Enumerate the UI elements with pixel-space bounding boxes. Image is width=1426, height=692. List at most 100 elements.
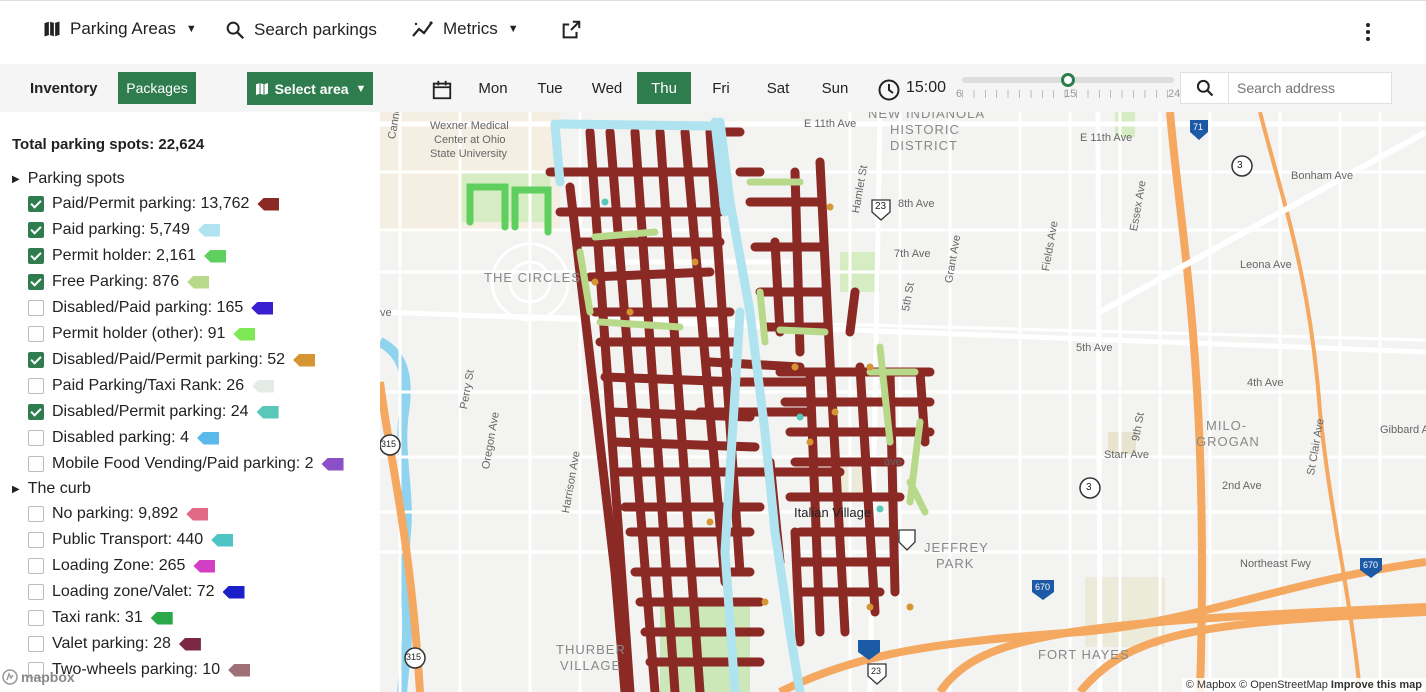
area-label: PARK bbox=[936, 556, 975, 571]
legend-checkbox[interactable] bbox=[28, 430, 44, 446]
address-search[interactable] bbox=[1180, 72, 1392, 104]
map-label: Northeast Fwy bbox=[1240, 558, 1311, 570]
legend-item-label: Disabled parking: 4 bbox=[52, 429, 189, 446]
map-canvas[interactable]: Wexner Medical Center at Ohio State Univ… bbox=[380, 112, 1426, 692]
map-label: Leona Ave bbox=[1240, 259, 1292, 271]
shield-label: 670 bbox=[1363, 560, 1379, 570]
legend-item-label: Valet parking: 28 bbox=[52, 635, 171, 652]
legend-checkbox[interactable] bbox=[28, 300, 44, 316]
legend-item[interactable]: Taxi rank: 31 bbox=[28, 607, 173, 629]
shield-label: 23 bbox=[871, 666, 882, 676]
metrics-menu[interactable]: Metrics ▼ bbox=[411, 19, 519, 39]
color-tag-icon bbox=[233, 327, 256, 341]
legend-checkbox[interactable] bbox=[28, 352, 44, 368]
group-the-curb[interactable]: ▶ The curb bbox=[12, 480, 91, 498]
legend-checkbox[interactable] bbox=[28, 248, 44, 264]
shield-label: 315 bbox=[381, 439, 397, 449]
area-label: DISTRICT bbox=[890, 138, 958, 153]
area-label: HISTORIC bbox=[890, 122, 960, 137]
parking-areas-label: Parking Areas bbox=[70, 19, 176, 38]
map-label: E 11th Ave bbox=[804, 118, 857, 130]
legend-item-label: Taxi rank: 31 bbox=[52, 609, 143, 626]
open-external-icon bbox=[562, 20, 581, 39]
legend-checkbox[interactable] bbox=[28, 196, 44, 212]
legend-checkbox[interactable] bbox=[28, 222, 44, 238]
shield-label: 3 bbox=[1237, 160, 1243, 171]
mapbox-logo-text: mapbox bbox=[21, 669, 75, 685]
legend-checkbox[interactable] bbox=[28, 326, 44, 342]
legend-item[interactable]: Disabled/Paid parking: 165 bbox=[28, 297, 274, 319]
legend-item[interactable]: Disabled parking: 4 bbox=[28, 427, 219, 449]
legend-checkbox[interactable] bbox=[28, 558, 44, 574]
legend-item[interactable]: Valet parking: 28 bbox=[28, 633, 201, 655]
legend-item-label: Paid Parking/Taxi Rank: 26 bbox=[52, 377, 245, 394]
more-options-button[interactable] bbox=[1360, 21, 1376, 43]
legend-checkbox[interactable] bbox=[28, 404, 44, 420]
legend-item[interactable]: Loading zone/Valet: 72 bbox=[28, 581, 245, 603]
day-wed[interactable]: Wed bbox=[580, 72, 634, 104]
open-external-button[interactable] bbox=[560, 19, 582, 41]
legend-checkbox[interactable] bbox=[28, 610, 44, 626]
legend-item[interactable]: Disabled/Paid/Permit parking: 52 bbox=[28, 349, 316, 371]
slider-min-label: 6 bbox=[956, 88, 963, 100]
search-parkings-menu[interactable]: Search parkings bbox=[224, 19, 377, 41]
map-label: E 11th Ave bbox=[1080, 132, 1133, 144]
day-mon[interactable]: Mon bbox=[466, 72, 520, 104]
legend-sidebar: Total parking spots: 22,624 ▶ Parking sp… bbox=[0, 112, 380, 692]
day-thu[interactable]: Thu bbox=[637, 72, 691, 104]
mapbox-logo-icon bbox=[2, 669, 18, 685]
day-sun[interactable]: Sun bbox=[808, 72, 862, 104]
inventory-tab[interactable]: Inventory bbox=[14, 72, 114, 104]
select-area-label: Select area bbox=[274, 80, 349, 97]
legend-checkbox[interactable] bbox=[28, 584, 44, 600]
slider-knob[interactable] bbox=[1061, 73, 1075, 87]
day-fri[interactable]: Fri bbox=[694, 72, 748, 104]
slider-mid-label: 15 bbox=[1064, 88, 1077, 100]
packages-button[interactable]: Packages bbox=[118, 72, 196, 104]
legend-item[interactable]: Mobile Food Vending/Paid parking: 2 bbox=[28, 453, 344, 475]
color-tag-icon bbox=[178, 637, 201, 651]
color-tag-icon bbox=[196, 431, 219, 445]
legend-checkbox[interactable] bbox=[28, 532, 44, 548]
legend-checkbox[interactable] bbox=[28, 636, 44, 652]
legend-item-label: Free Parking: 876 bbox=[52, 273, 180, 290]
legend-item-label: Paid/Permit parking: 13,762 bbox=[52, 195, 250, 212]
legend-item-label: Loading Zone: 265 bbox=[52, 557, 186, 574]
search-address-input[interactable] bbox=[1229, 80, 1389, 96]
legend-item-label: Loading zone/Valet: 72 bbox=[52, 583, 215, 600]
legend-item[interactable]: Disabled/Permit parking: 24 bbox=[28, 401, 279, 423]
attribution-text: © Mapbox © OpenStreetMap bbox=[1185, 679, 1328, 691]
map-label: ve bbox=[380, 307, 392, 319]
legend-item-label: Mobile Food Vending/Paid parking: 2 bbox=[52, 455, 314, 472]
legend-item[interactable]: Permit holder: 2,161 bbox=[28, 245, 227, 267]
area-label: THURBER bbox=[556, 642, 626, 657]
legend-checkbox[interactable] bbox=[28, 274, 44, 290]
improve-map-link[interactable]: Improve this map bbox=[1331, 679, 1422, 691]
legend-checkbox[interactable] bbox=[28, 456, 44, 472]
color-tag-icon bbox=[204, 249, 227, 263]
search-icon[interactable] bbox=[1181, 73, 1229, 103]
legend-checkbox[interactable] bbox=[28, 506, 44, 522]
legend-item[interactable]: Loading Zone: 265 bbox=[28, 555, 216, 577]
legend-item[interactable]: Permit holder (other): 91 bbox=[28, 323, 256, 345]
day-sat[interactable]: Sat bbox=[751, 72, 805, 104]
legend-item-label: Permit holder (other): 91 bbox=[52, 325, 226, 342]
expand-triangle-icon: ▶ bbox=[12, 483, 20, 495]
group-parking-spots[interactable]: ▶ Parking spots bbox=[12, 170, 125, 188]
parking-areas-menu[interactable]: Parking Areas ▼ bbox=[42, 19, 197, 39]
color-tag-icon bbox=[150, 611, 173, 625]
legend-checkbox[interactable] bbox=[28, 378, 44, 394]
legend-item[interactable]: Paid Parking/Taxi Rank: 26 bbox=[28, 375, 275, 397]
legend-item[interactable]: Free Parking: 876 bbox=[28, 271, 210, 293]
legend-item[interactable]: Paid/Permit parking: 13,762 bbox=[28, 193, 280, 215]
legend-item[interactable]: Paid parking: 5,749 bbox=[28, 219, 220, 241]
select-area-button[interactable]: Select area ▼ bbox=[247, 72, 373, 105]
more-vertical-icon bbox=[1366, 23, 1370, 41]
day-tue[interactable]: Tue bbox=[523, 72, 577, 104]
legend-item-label: Two-wheels parking: 10 bbox=[52, 661, 221, 678]
legend-item[interactable]: Public Transport: 440 bbox=[28, 529, 234, 551]
time-slider[interactable]: 6 15 24 bbox=[956, 73, 1180, 106]
map-icon bbox=[255, 82, 268, 95]
calendar-icon[interactable] bbox=[428, 76, 456, 104]
legend-item[interactable]: No parking: 9,892 bbox=[28, 503, 209, 525]
